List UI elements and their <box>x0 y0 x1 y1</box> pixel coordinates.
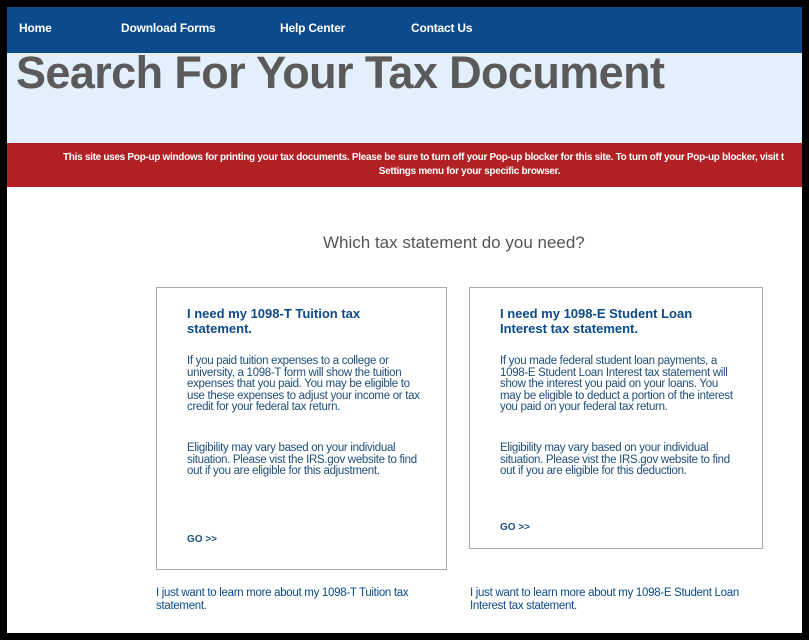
card-1098t-go-link[interactable]: GO >> <box>187 534 217 545</box>
nav-home-link[interactable]: Home <box>19 21 52 35</box>
popup-warning-line2: Settings menu for your specific browser. <box>378 166 561 177</box>
page-title: Search For Your Tax Document <box>16 47 665 98</box>
card-1098e-description: If you made federal student loan payment… <box>500 355 733 413</box>
card-1098e-eligibility: Eligibility may vary based on your indiv… <box>500 442 730 477</box>
learn-more-1098e-link[interactable]: I just want to learn more about my 1098-… <box>470 587 750 612</box>
card-1098e-title: I need my 1098-E Student Loan Interest t… <box>500 306 693 336</box>
nav-contact-us-link[interactable]: Contact Us <box>411 21 473 35</box>
card-1098e-go-link[interactable]: GO >> <box>500 522 530 533</box>
page-frame: Home Download Forms Help Center Contact … <box>7 7 802 633</box>
popup-warning-line1: This site uses Pop-up windows for printi… <box>63 152 784 163</box>
statement-question: Which tax statement do you need? <box>323 233 585 252</box>
hero-banner: Search For Your Tax Document <box>7 47 802 143</box>
card-1098t-title: I need my 1098-T Tuition tax statement. <box>187 306 361 336</box>
nav-help-center-link[interactable]: Help Center <box>280 21 345 35</box>
card-1098e: I need my 1098-E Student Loan Interest t… <box>469 287 763 549</box>
nav-download-forms-link[interactable]: Download Forms <box>121 21 216 35</box>
card-1098t-eligibility: Eligibility may vary based on your indiv… <box>187 442 417 477</box>
popup-warning-banner: This site uses Pop-up windows for printi… <box>7 143 802 187</box>
card-1098t-description: If you paid tuition expenses to a colleg… <box>187 355 420 413</box>
card-1098t: I need my 1098-T Tuition tax statement. … <box>156 287 447 570</box>
learn-more-1098t-link[interactable]: I just want to learn more about my 1098-… <box>156 587 446 612</box>
